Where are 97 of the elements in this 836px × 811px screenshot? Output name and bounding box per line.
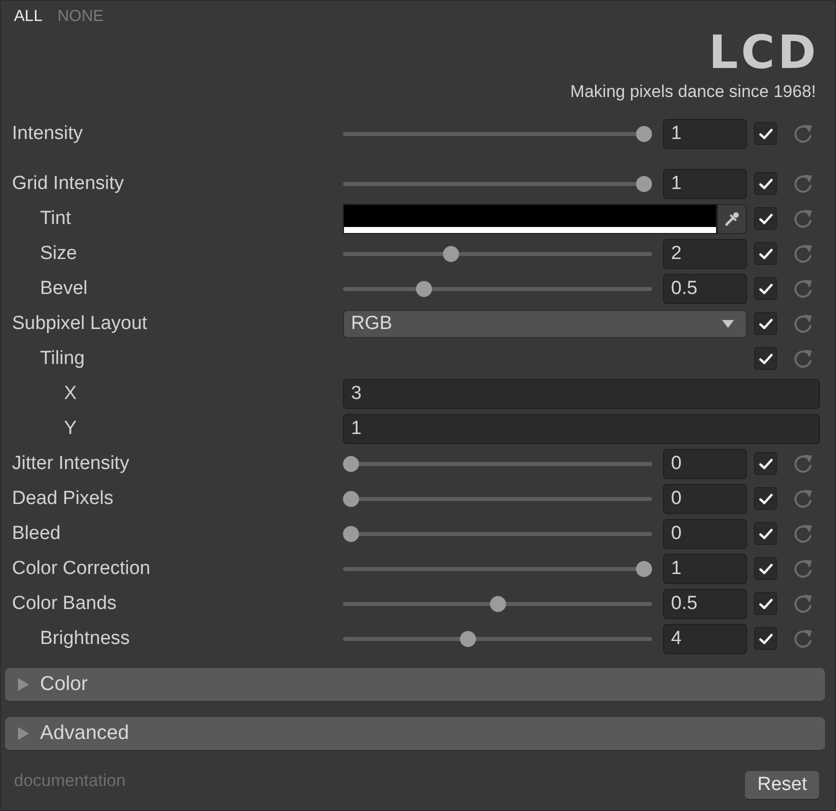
checkmark-icon bbox=[758, 128, 772, 140]
checkbox[interactable] bbox=[754, 242, 777, 265]
reset-button[interactable]: Reset bbox=[745, 771, 819, 800]
slider[interactable] bbox=[343, 456, 652, 472]
checkmark-icon bbox=[758, 248, 772, 260]
property-label: Size bbox=[40, 242, 77, 264]
reset-icon[interactable] bbox=[793, 628, 813, 648]
checkbox[interactable] bbox=[754, 347, 777, 370]
number-field[interactable]: 0 bbox=[663, 518, 747, 548]
property-label: Grid Intensity bbox=[12, 172, 124, 194]
tagline: Making pixels dance since 1968! bbox=[570, 82, 816, 102]
checkbox[interactable] bbox=[754, 522, 777, 545]
reset-icon[interactable] bbox=[793, 454, 813, 474]
text-field[interactable]: 1 bbox=[343, 414, 820, 444]
property-label: Bleed bbox=[12, 522, 61, 544]
checkmark-icon bbox=[758, 318, 772, 330]
eyedropper-icon bbox=[724, 210, 740, 226]
property-label: Tiling bbox=[40, 348, 85, 368]
slider-thumb[interactable] bbox=[636, 126, 652, 142]
checkbox[interactable] bbox=[754, 592, 777, 615]
slider[interactable] bbox=[343, 596, 652, 612]
reset-icon[interactable] bbox=[793, 488, 813, 508]
property-label: Color Correction bbox=[12, 558, 150, 578]
foldout-header[interactable]: Color bbox=[5, 668, 825, 702]
caret-icon bbox=[722, 320, 734, 328]
slider-thumb[interactable] bbox=[416, 280, 432, 296]
reset-icon[interactable] bbox=[793, 348, 813, 368]
number-field[interactable]: 0 bbox=[663, 448, 747, 478]
property-label: Brightness bbox=[40, 628, 130, 648]
header-button[interactable]: ALL bbox=[14, 7, 42, 27]
number-field[interactable]: 1 bbox=[663, 118, 747, 148]
color-swatch[interactable] bbox=[343, 204, 717, 234]
slider-thumb[interactable] bbox=[442, 246, 459, 262]
text-field[interactable]: 3 bbox=[343, 378, 820, 408]
number-field[interactable]: 0 bbox=[663, 484, 747, 514]
checkmark-icon bbox=[758, 598, 772, 610]
slider[interactable] bbox=[343, 490, 652, 506]
slider-thumb[interactable] bbox=[343, 456, 359, 472]
checkmark-icon bbox=[758, 562, 772, 574]
reset-icon[interactable] bbox=[793, 174, 813, 194]
number-field[interactable]: 1 bbox=[663, 554, 747, 584]
reset-icon[interactable] bbox=[793, 594, 813, 614]
checkbox[interactable] bbox=[754, 627, 777, 650]
slider[interactable] bbox=[343, 126, 652, 142]
slider[interactable] bbox=[343, 560, 652, 576]
checkmark-icon bbox=[758, 528, 772, 540]
eyedropper-button[interactable] bbox=[717, 204, 747, 234]
checkbox[interactable] bbox=[754, 277, 777, 300]
property-label: Dead Pixels bbox=[12, 488, 114, 508]
checkmark-icon bbox=[758, 352, 772, 364]
number-field[interactable]: 0.5 bbox=[663, 588, 747, 618]
checkbox[interactable] bbox=[754, 312, 777, 335]
checkmark-icon bbox=[758, 492, 772, 504]
property-label: Intensity bbox=[12, 122, 83, 144]
slider-thumb[interactable] bbox=[460, 630, 476, 646]
slider[interactable] bbox=[343, 526, 652, 542]
logo: LCD bbox=[708, 29, 819, 75]
property-label: Color Bands bbox=[12, 592, 117, 614]
slider[interactable] bbox=[343, 246, 652, 262]
foldout-header[interactable]: Advanced bbox=[5, 717, 825, 751]
dropdown[interactable]: RGB bbox=[343, 310, 747, 338]
property-label: Bevel bbox=[40, 278, 88, 298]
slider-thumb[interactable] bbox=[343, 490, 359, 506]
slider[interactable] bbox=[343, 630, 652, 646]
checkmark-icon bbox=[758, 212, 772, 224]
number-field[interactable]: 0.5 bbox=[663, 274, 747, 304]
checkmark-icon bbox=[758, 282, 772, 294]
slider-thumb[interactable] bbox=[343, 526, 359, 542]
slider-thumb[interactable] bbox=[636, 176, 652, 192]
checkbox[interactable] bbox=[754, 207, 777, 230]
property-label: Tint bbox=[40, 208, 71, 228]
checkbox[interactable] bbox=[754, 172, 777, 195]
reset-icon[interactable] bbox=[793, 124, 813, 144]
checkmark-icon bbox=[758, 458, 772, 470]
checkbox[interactable] bbox=[754, 557, 777, 580]
checkmark-icon bbox=[758, 178, 772, 190]
number-field[interactable]: 4 bbox=[663, 624, 747, 654]
property-label: X bbox=[64, 382, 77, 404]
checkbox[interactable] bbox=[754, 452, 777, 475]
reset-icon[interactable] bbox=[793, 278, 813, 298]
reset-icon[interactable] bbox=[793, 314, 813, 334]
reset-icon[interactable] bbox=[793, 208, 813, 228]
slider-thumb[interactable] bbox=[490, 596, 506, 612]
reset-icon[interactable] bbox=[793, 524, 813, 544]
slider[interactable] bbox=[343, 280, 652, 296]
checkbox[interactable] bbox=[754, 122, 777, 145]
property-label: Jitter Intensity bbox=[12, 452, 130, 474]
slider[interactable] bbox=[343, 176, 652, 192]
property-label: Subpixel Layout bbox=[12, 312, 148, 334]
property-label: Y bbox=[64, 418, 77, 438]
reset-icon[interactable] bbox=[793, 558, 813, 578]
checkmark-icon bbox=[758, 632, 772, 644]
checkbox[interactable] bbox=[754, 487, 777, 510]
reset-icon[interactable] bbox=[793, 244, 813, 264]
number-field[interactable]: 1 bbox=[663, 168, 747, 198]
slider-thumb[interactable] bbox=[636, 560, 652, 576]
number-field[interactable]: 2 bbox=[663, 238, 747, 268]
